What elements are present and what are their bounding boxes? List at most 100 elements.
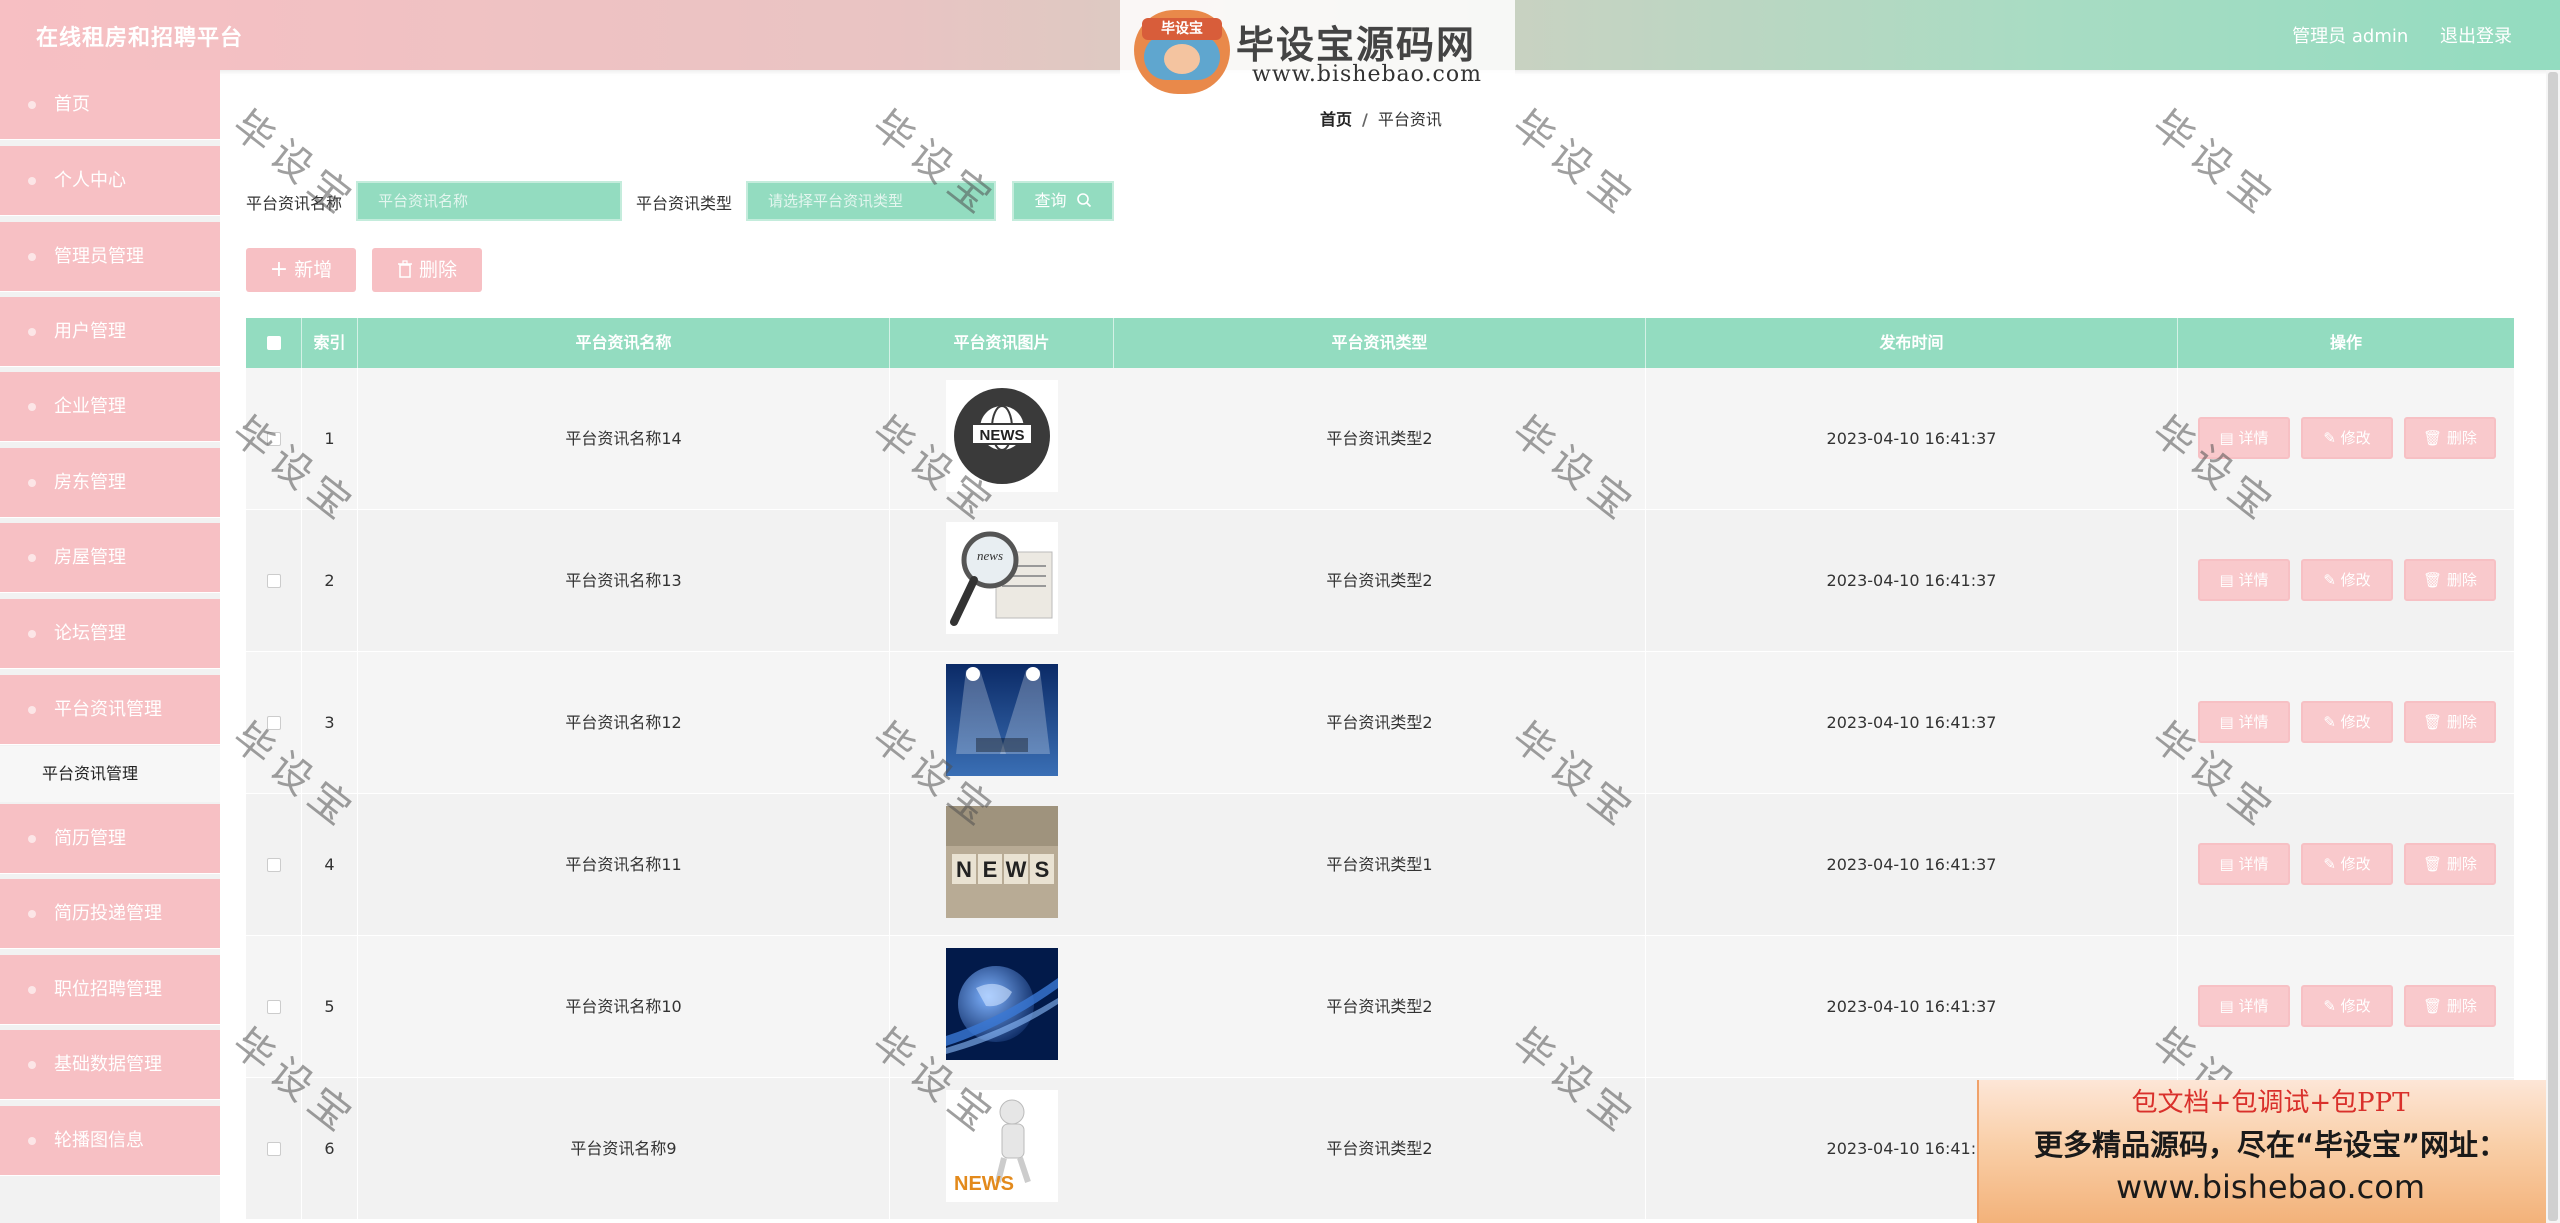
row-time: 2023-04-10 16:41:37 bbox=[1646, 936, 2178, 1078]
sidebar-item-users[interactable]: 用户管理 bbox=[0, 297, 220, 367]
document-icon: ▤ bbox=[2219, 429, 2239, 447]
detail-button[interactable]: ▤ 详情 bbox=[2198, 417, 2290, 459]
document-icon: ▤ bbox=[2219, 571, 2239, 589]
promo-url[interactable]: www.bishebao.com bbox=[1979, 1168, 2560, 1206]
sidebar-item-home[interactable]: 首页 bbox=[0, 70, 220, 140]
row-checkbox[interactable] bbox=[267, 432, 281, 446]
svg-text:E: E bbox=[983, 857, 998, 882]
menu-dot-icon bbox=[28, 1137, 36, 1145]
table-row: 1 平台资讯名称14 NEWS 平台资讯类型2 2023-04-10 16:41… bbox=[246, 368, 2514, 510]
page-scrollbar[interactable] bbox=[2546, 70, 2560, 1223]
sidebar-item-basic-data[interactable]: 基础数据管理 bbox=[0, 1030, 220, 1100]
sidebar-item-landlord[interactable]: 房东管理 bbox=[0, 448, 220, 518]
row-name: 平台资讯名称10 bbox=[358, 936, 890, 1078]
menu-dot-icon bbox=[28, 554, 36, 562]
delete-button[interactable]: 🗑 删除 bbox=[2404, 417, 2496, 459]
row-time: 2023-04-10 16:41:37 bbox=[1646, 368, 2178, 510]
sidebar: 首页 个人中心 管理员管理 用户管理 企业管理 房东管理 房屋管理 论坛管理 平… bbox=[0, 70, 220, 1223]
menu-dot-icon bbox=[28, 706, 36, 714]
sidebar-item-admin[interactable]: 管理员管理 bbox=[0, 222, 220, 292]
row-checkbox[interactable] bbox=[267, 1142, 281, 1156]
news-magnifier-image: news bbox=[946, 522, 1058, 634]
news-type-label: 平台资讯类型 bbox=[636, 194, 733, 213]
edit-button[interactable]: ✎ 修改 bbox=[2301, 843, 2393, 885]
row-checkbox[interactable] bbox=[267, 858, 281, 872]
plus-icon: + bbox=[269, 257, 289, 282]
row-checkbox[interactable] bbox=[267, 574, 281, 588]
pencil-icon: ✎ bbox=[2323, 855, 2341, 873]
scrollbar-thumb[interactable] bbox=[2548, 72, 2558, 1221]
admin-user-label[interactable]: 管理员 admin bbox=[2292, 26, 2408, 47]
add-button[interactable]: + 新增 bbox=[246, 248, 356, 292]
sidebar-item-jobs[interactable]: 职位招聘管理 bbox=[0, 955, 220, 1025]
breadcrumb-separator: / bbox=[1362, 110, 1368, 129]
row-type: 平台资讯类型1 bbox=[1114, 794, 1646, 936]
menu-dot-icon bbox=[28, 986, 36, 994]
row-index: 5 bbox=[302, 936, 358, 1078]
menu-dot-icon bbox=[28, 1061, 36, 1069]
row-name: 平台资讯名称11 bbox=[358, 794, 890, 936]
row-time: 2023-04-10 16:41:37 bbox=[1646, 794, 2178, 936]
query-button[interactable]: 查询 bbox=[1012, 181, 1114, 221]
sidebar-item-news[interactable]: 平台资讯管理 bbox=[0, 675, 220, 745]
menu-dot-icon bbox=[28, 835, 36, 843]
row-checkbox[interactable] bbox=[267, 716, 281, 730]
svg-text:NEWS: NEWS bbox=[954, 1173, 1014, 1195]
mascot-logo-icon: 毕设宝 bbox=[1134, 10, 1230, 94]
header-user-area: 管理员 admin 退出登录 bbox=[2266, 22, 2512, 48]
menu-dot-icon bbox=[28, 479, 36, 487]
detail-button[interactable]: ▤ 详情 bbox=[2198, 985, 2290, 1027]
sidebar-item-forum[interactable]: 论坛管理 bbox=[0, 599, 220, 669]
row-index: 3 bbox=[302, 652, 358, 794]
row-index: 4 bbox=[302, 794, 358, 936]
sidebar-item-carousel[interactable]: 轮播图信息 bbox=[0, 1106, 220, 1176]
select-all-checkbox[interactable] bbox=[267, 336, 281, 350]
row-type: 平台资讯类型2 bbox=[1114, 1078, 1646, 1220]
row-index: 1 bbox=[302, 368, 358, 510]
detail-button[interactable]: ▤ 详情 bbox=[2198, 843, 2290, 885]
sidebar-item-resume[interactable]: 简历管理 bbox=[0, 804, 220, 874]
edit-button[interactable]: ✎ 修改 bbox=[2301, 985, 2393, 1027]
row-name: 平台资讯名称13 bbox=[358, 510, 890, 652]
row-checkbox[interactable] bbox=[267, 1000, 281, 1014]
pencil-icon: ✎ bbox=[2323, 571, 2341, 589]
batch-delete-button[interactable]: 删除 bbox=[372, 248, 482, 292]
menu-dot-icon bbox=[28, 253, 36, 261]
sidebar-item-profile[interactable]: 个人中心 bbox=[0, 146, 220, 216]
detail-button[interactable]: ▤ 详情 bbox=[2198, 701, 2290, 743]
breadcrumb-current: 平台资讯 bbox=[1377, 110, 1442, 129]
news-name-input[interactable] bbox=[356, 181, 622, 221]
svg-text:S: S bbox=[1035, 857, 1050, 882]
table-row: 3 平台资讯名称12 平台资讯类型2 2023-04-10 16:41:37 ▤… bbox=[246, 652, 2514, 794]
news-name-label: 平台资讯名称 bbox=[246, 194, 343, 213]
edit-button[interactable]: ✎ 修改 bbox=[2301, 701, 2393, 743]
edit-button[interactable]: ✎ 修改 bbox=[2301, 417, 2393, 459]
sidebar-item-house[interactable]: 房屋管理 bbox=[0, 523, 220, 593]
delete-button[interactable]: 🗑 删除 bbox=[2404, 985, 2496, 1027]
app-title: 在线租房和招聘平台 bbox=[36, 26, 244, 51]
col-name: 平台资讯名称 bbox=[358, 318, 890, 368]
row-name: 平台资讯名称12 bbox=[358, 652, 890, 794]
news-type-select[interactable] bbox=[746, 181, 996, 221]
pencil-icon: ✎ bbox=[2323, 429, 2341, 447]
delete-button[interactable]: 🗑 删除 bbox=[2404, 559, 2496, 601]
row-type: 平台资讯类型2 bbox=[1114, 368, 1646, 510]
col-index: 索引 bbox=[302, 318, 358, 368]
delete-button[interactable]: 🗑 删除 bbox=[2404, 843, 2496, 885]
menu-dot-icon bbox=[28, 403, 36, 411]
watermark-text: 毕设宝 bbox=[1503, 101, 1646, 227]
delete-button[interactable]: 🗑 删除 bbox=[2404, 701, 2496, 743]
sidebar-subitem-news[interactable]: 平台资讯管理 bbox=[0, 746, 220, 802]
breadcrumb-home[interactable]: 首页 bbox=[1320, 110, 1352, 129]
promo-line-2: 更多精品源码，尽在“毕设宝”网址： bbox=[2033, 1128, 2508, 1162]
detail-button[interactable]: ▤ 详情 bbox=[2198, 559, 2290, 601]
sidebar-item-company[interactable]: 企业管理 bbox=[0, 372, 220, 442]
menu-dot-icon bbox=[28, 630, 36, 638]
promo-banner[interactable]: 包文档+包调试+包PPT 更多精品源码，尽在“毕设宝”网址： www.bishe… bbox=[1977, 1080, 2560, 1223]
sidebar-item-resume-delivery[interactable]: 简历投递管理 bbox=[0, 879, 220, 949]
logout-link[interactable]: 退出登录 bbox=[2440, 26, 2512, 47]
row-index: 6 bbox=[302, 1078, 358, 1220]
logo-banner: 毕设宝 毕设宝源码网 www.bishebao.com bbox=[1120, 0, 1515, 96]
row-name: 平台资讯名称9 bbox=[358, 1078, 890, 1220]
edit-button[interactable]: ✎ 修改 bbox=[2301, 559, 2393, 601]
